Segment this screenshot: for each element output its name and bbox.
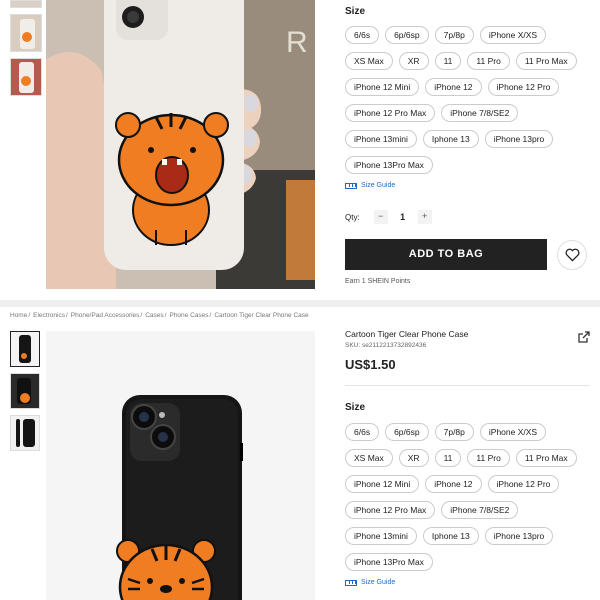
- breadcrumb-separator: /: [140, 312, 143, 319]
- size-option[interactable]: 6p/6sp: [385, 423, 429, 441]
- product-info-panel: Cartoon Tiger Clear Phone Case SKU: se21…: [345, 329, 595, 586]
- thumbnail-image: [11, 15, 41, 51]
- product-thumbnail[interactable]: [10, 58, 42, 96]
- size-option[interactable]: 11 Pro Max: [515, 52, 577, 70]
- size-option[interactable]: iPhone 13Pro Max: [345, 156, 433, 174]
- size-option[interactable]: 11 Pro: [467, 52, 510, 70]
- size-option[interactable]: XS Max: [345, 52, 393, 70]
- size-options: 6/6s 6p/6sp 7p/8p iPhone X/XS XS Max XR 11 11 P…: [345, 423, 595, 571]
- product-sku: SKU: se2112213732892436: [345, 342, 427, 349]
- size-option[interactable]: 6p/6sp: [385, 26, 429, 44]
- size-option[interactable]: iPhone 13pro: [484, 130, 554, 148]
- breadcrumb-separator: /: [209, 312, 212, 319]
- size-option[interactable]: 7p/8p: [434, 423, 474, 441]
- add-to-bag-button[interactable]: ADD TO BAG: [345, 239, 547, 270]
- bottom-product-panel: Home/Electronics/Phone/Pad Accessories/C…: [0, 307, 600, 600]
- size-option[interactable]: 11 Pro Max: [515, 449, 577, 467]
- size-guide-label: Size Guide: [361, 182, 396, 189]
- size-option[interactable]: 11 Pro: [467, 449, 510, 467]
- quantity-stepper: Qty: − 1 +: [345, 210, 432, 224]
- size-heading: Size: [345, 402, 366, 413]
- size-option[interactable]: iPhone 7/8/SE2: [441, 104, 519, 122]
- size-option[interactable]: XS Max: [345, 449, 393, 467]
- size-option[interactable]: 6/6s: [345, 423, 380, 441]
- size-option[interactable]: XR: [398, 449, 429, 467]
- screenshot-divider: [0, 300, 600, 307]
- wishlist-button[interactable]: [557, 240, 587, 270]
- size-option[interactable]: iPhone 12 Mini: [345, 475, 420, 493]
- size-option[interactable]: 11: [434, 449, 462, 467]
- breadcrumb-link[interactable]: Electronics: [33, 312, 65, 319]
- thumbnail-strip: [10, 331, 40, 457]
- share-icon[interactable]: [578, 331, 590, 343]
- thumbnail-image: [11, 374, 39, 408]
- size-option[interactable]: iPhone 13mini: [345, 130, 417, 148]
- size-option[interactable]: iPhone 12: [425, 475, 482, 493]
- hand-holding-white-tiger-case-photo: R: [46, 0, 315, 289]
- size-option[interactable]: iPhone 12 Mini: [345, 78, 420, 96]
- quantity-value[interactable]: 1: [388, 212, 418, 222]
- size-option[interactable]: Iphone 13: [422, 130, 479, 148]
- divider: [345, 385, 590, 386]
- size-option[interactable]: Iphone 13: [422, 527, 479, 545]
- breadcrumb-link[interactable]: Phone/Pad Accessories: [71, 312, 140, 319]
- size-options: 6/6s 6p/6sp 7p/8p iPhone X/XS XS Max XR 11 11 P…: [345, 26, 595, 174]
- size-guide-link[interactable]: Size Guide: [345, 579, 395, 586]
- size-option[interactable]: iPhone 12 Pro: [487, 475, 560, 493]
- size-option[interactable]: iPhone 13mini: [345, 527, 417, 545]
- plus-icon[interactable]: +: [417, 210, 432, 224]
- size-option[interactable]: iPhone 7/8/SE2: [441, 501, 519, 519]
- breadcrumb-link[interactable]: Cartoon Tiger Clear Phone Case: [214, 312, 308, 319]
- thumbnail-strip: [10, 0, 42, 102]
- size-option[interactable]: iPhone 12 Pro: [487, 78, 560, 96]
- product-thumbnail[interactable]: [10, 373, 40, 409]
- size-option[interactable]: 11: [434, 52, 462, 70]
- product-thumbnail[interactable]: [10, 14, 42, 52]
- breadcrumb-separator: /: [28, 312, 31, 319]
- thumbnail-image: [11, 332, 39, 366]
- main-product-image[interactable]: R: [46, 0, 315, 289]
- size-option[interactable]: 7p/8p: [434, 26, 474, 44]
- size-heading: Size: [345, 6, 366, 17]
- breadcrumb-separator: /: [164, 312, 167, 319]
- breadcrumb: Home/Electronics/Phone/Pad Accessories/C…: [10, 312, 309, 319]
- size-option[interactable]: iPhone 12 Pro Max: [345, 104, 436, 122]
- size-option[interactable]: iPhone X/XS: [479, 423, 547, 441]
- size-guide-link[interactable]: Size Guide: [345, 182, 395, 189]
- size-option[interactable]: iPhone 13Pro Max: [345, 553, 433, 571]
- product-thumbnail[interactable]: [10, 331, 40, 367]
- size-option[interactable]: iPhone 12 Pro Max: [345, 501, 436, 519]
- thumbnail-image: [11, 59, 41, 95]
- size-option[interactable]: XR: [398, 52, 429, 70]
- thumbnail-image: [11, 416, 39, 450]
- quantity-label: Qty:: [345, 212, 360, 222]
- top-product-panel: R Size 6/6s 6p/6sp 7p/8p iPhone X/XS XS …: [0, 0, 600, 300]
- breadcrumb-link[interactable]: Home: [10, 312, 27, 319]
- size-guide-label: Size Guide: [361, 579, 396, 586]
- minus-icon[interactable]: −: [373, 210, 388, 224]
- product-thumbnail[interactable]: [10, 415, 40, 451]
- ruler-icon: [345, 182, 357, 189]
- size-option[interactable]: iPhone 12: [425, 78, 482, 96]
- ruler-icon: [345, 579, 357, 586]
- breadcrumb-link[interactable]: Phone Cases: [169, 312, 208, 319]
- svg-text:R: R: [286, 26, 308, 59]
- heart-icon: [565, 248, 579, 262]
- breadcrumb-link[interactable]: Cases: [145, 312, 163, 319]
- size-option[interactable]: 6/6s: [345, 26, 380, 44]
- earn-points-text: Earn 1 SHEIN Points: [345, 278, 411, 285]
- size-option[interactable]: iPhone X/XS: [479, 26, 547, 44]
- size-option[interactable]: iPhone 13pro: [484, 527, 554, 545]
- product-thumbnail[interactable]: [10, 0, 42, 8]
- breadcrumb-separator: /: [65, 312, 68, 319]
- main-product-image[interactable]: [46, 331, 315, 600]
- black-tiger-case-photo: [46, 331, 315, 600]
- product-title: Cartoon Tiger Clear Phone Case: [345, 329, 469, 339]
- product-price: US$1.50: [345, 357, 396, 372]
